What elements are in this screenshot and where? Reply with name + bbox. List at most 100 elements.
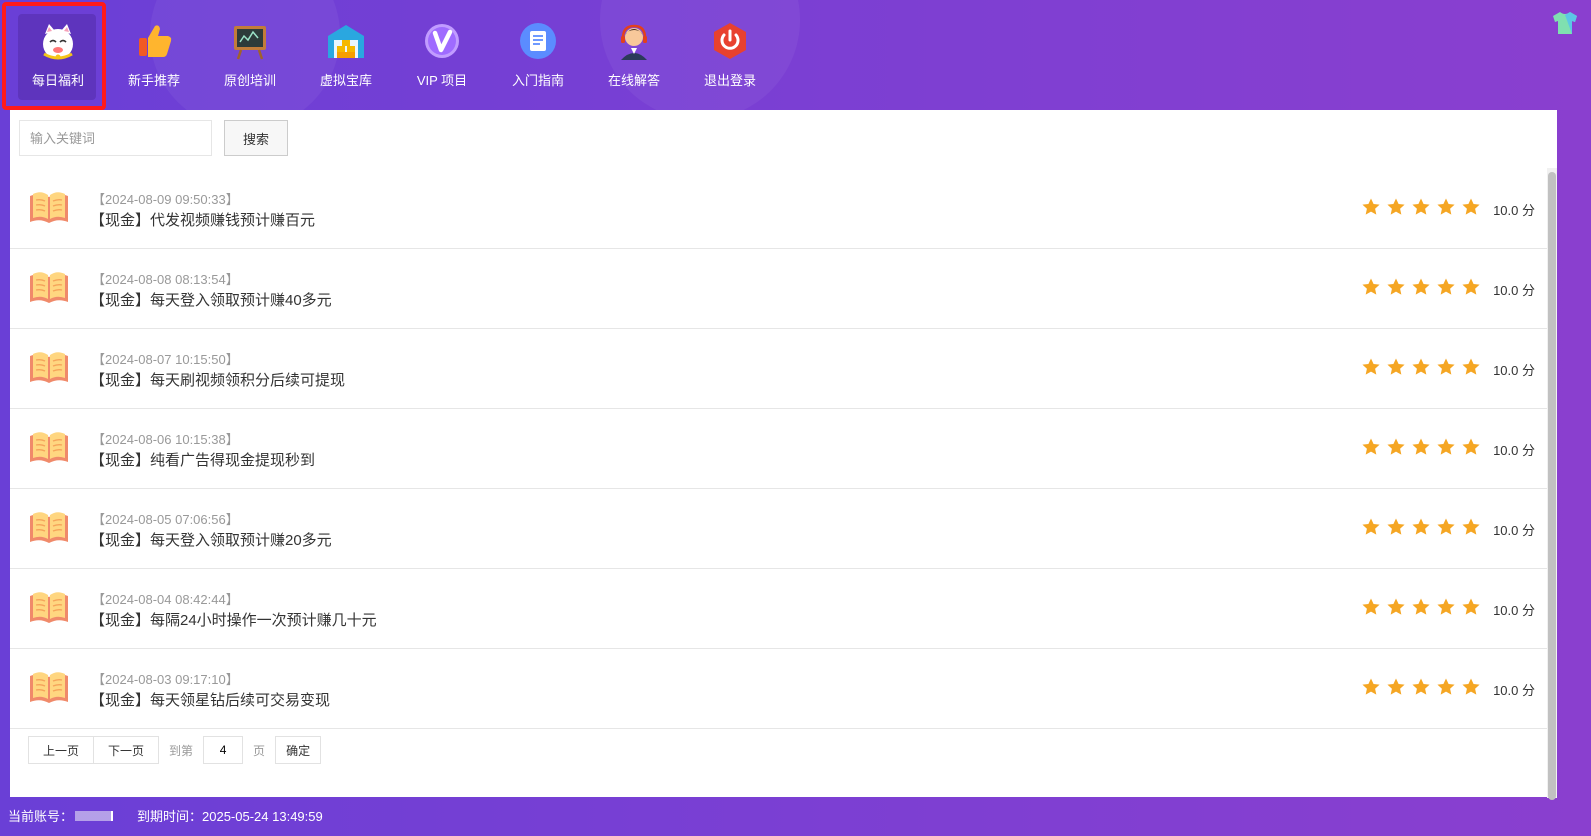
article-title-link[interactable]: 【现金】每天刷视频领积分后续可提现 <box>90 369 345 390</box>
rating-stars <box>1361 597 1481 617</box>
page-unit-label: 页 <box>253 743 266 758</box>
main-nav: 每日福利 新手推荐 原创培训 虚拟宝库 VIP 项目 入门指南 在线解答 退出登… <box>10 8 778 100</box>
rating-score: 10.0 分 <box>1493 523 1535 538</box>
star-icon <box>1362 678 1380 695</box>
article-row[interactable]: 【2024-08-04 08:42:44】【现金】每隔24小时操作一次预计赚几十… <box>10 569 1557 649</box>
star-icon <box>1462 598 1480 615</box>
star-icon <box>1437 598 1455 615</box>
page-number-input[interactable] <box>203 736 244 764</box>
nav-item-getting-started[interactable]: 入门指南 <box>490 8 586 98</box>
nav-label: 虚拟宝库 <box>319 73 372 88</box>
article-row[interactable]: 【2024-08-05 07:06:56】 【现金】每天登入领取预计赚20多元 10… <box>10 489 1557 569</box>
rating-stars <box>1361 277 1481 297</box>
expiry-time: 到期时间：2025-05-24 13:49:59 <box>137 809 323 824</box>
nav-label: 新手推荐 <box>127 73 180 88</box>
star-icon <box>1387 278 1405 295</box>
search-button[interactable]: 搜索 <box>224 120 288 156</box>
power-icon <box>714 23 746 59</box>
rating-score: 10.0 分 <box>1493 683 1535 698</box>
star-icon <box>1462 438 1480 455</box>
nav-label: 在线解答 <box>607 73 660 88</box>
guide-document-icon <box>520 23 556 59</box>
star-icon <box>1412 358 1430 375</box>
article-date: 【2024-08-03 09:17:10】 <box>92 672 239 687</box>
top-navigation-bar: 每日福利 新手推荐 原创培训 虚拟宝库 VIP 项目 入门指南 在线解答 退出登… <box>0 0 1591 110</box>
star-icon <box>1387 438 1405 455</box>
star-icon <box>1437 198 1455 215</box>
nav-item-beginner-recommend[interactable]: 新手推荐 <box>106 8 202 98</box>
star-icon <box>1387 198 1405 215</box>
nav-item-original-training[interactable]: 原创培训 <box>202 8 298 98</box>
rating-stars <box>1361 357 1481 377</box>
article-row[interactable]: 【2024-08-09 09:50:33】 【现金】代发视频赚钱预计赚百元 10.0… <box>10 169 1557 249</box>
rating-score: 10.0 分 <box>1493 283 1535 298</box>
rating-stars <box>1361 197 1481 217</box>
nav-label: VIP 项目 <box>416 73 468 88</box>
article-date: 【2024-08-04 08:42:44】 <box>92 592 239 607</box>
star-icon <box>1387 678 1405 695</box>
star-icon <box>1462 198 1480 215</box>
rating-score: 10.0 分 <box>1493 363 1535 378</box>
nav-label: 原创培训 <box>223 73 276 88</box>
book-icon <box>30 432 68 463</box>
pagination: 上一页 下一页 到第 页 确定 <box>28 736 322 764</box>
nav-item-online-answers[interactable]: 在线解答 <box>586 8 682 98</box>
thumbs-up-icon <box>139 25 172 57</box>
chalkboard-icon <box>234 26 266 60</box>
star-icon <box>1412 518 1430 535</box>
book-icon <box>30 592 68 623</box>
star-icon <box>1462 278 1480 295</box>
star-icon <box>1412 438 1430 455</box>
star-icon <box>1412 198 1430 215</box>
article-title-link[interactable]: 【现金】纯看广告得现金提现秒到 <box>90 449 315 470</box>
warehouse-icon <box>328 25 364 58</box>
scrollbar-thumb[interactable] <box>1548 172 1556 800</box>
star-icon <box>1412 598 1430 615</box>
star-icon <box>1412 278 1430 295</box>
rating-score: 10.0 分 <box>1493 443 1535 458</box>
article-title-link[interactable]: 【现金】每天领星钻后续可交易变现 <box>90 689 330 710</box>
book-icon <box>30 192 68 223</box>
nav-label: 退出登录 <box>703 73 756 88</box>
book-icon <box>30 672 68 703</box>
nav-item-daily-welfare[interactable]: 每日福利 <box>10 8 106 100</box>
nav-item-vip-project[interactable]: VIP 项目 <box>394 8 490 98</box>
support-agent-icon <box>621 24 647 60</box>
star-icon <box>1437 278 1455 295</box>
next-page-button[interactable]: 下一页 <box>94 736 160 764</box>
star-icon <box>1362 278 1380 295</box>
star-icon <box>1437 518 1455 535</box>
article-date: 【2024-08-07 10:15:50】 <box>92 352 239 367</box>
article-row[interactable]: 【2024-08-08 08:13:54】 【现金】每天登入领取预计赚40多元 10… <box>10 249 1557 329</box>
nav-label: 每日福利 <box>31 73 84 88</box>
article-date: 【2024-08-06 10:15:38】 <box>92 432 239 447</box>
article-title-link[interactable]: 【现金】每天登入领取预计赚20多元 <box>90 529 332 550</box>
content-panel: 搜索 【2024-08-09 09:50:33】【现金】代发视频赚钱预计赚百元 1… <box>10 110 1557 800</box>
article-list: 【2024-08-09 09:50:33】【现金】代发视频赚钱预计赚百元 10.0… <box>10 169 1557 729</box>
article-title-link[interactable]: 【现金】每天登入领取预计赚40多元 <box>90 289 332 310</box>
confirm-page-button[interactable]: 确定 <box>275 736 322 764</box>
book-icon <box>30 272 68 303</box>
nav-item-logout[interactable]: 退出登录 <box>682 8 778 98</box>
article-row[interactable]: 【2024-08-07 10:15:50】【现金】每天刷视频领积分后续可提现 10… <box>10 329 1557 409</box>
search-input[interactable] <box>19 120 212 156</box>
star-icon <box>1387 518 1405 535</box>
star-icon <box>1462 358 1480 375</box>
prev-page-button[interactable]: 上一页 <box>28 736 95 764</box>
nav-item-virtual-vault[interactable]: 虚拟宝库 <box>298 8 394 98</box>
tshirt-icon[interactable] <box>1551 10 1579 36</box>
article-row[interactable]: 【2024-08-03 09:17:10】【现金】每天领星钻后续可交易变现 10.… <box>10 649 1557 729</box>
article-title-link[interactable]: 【现金】代发视频赚钱预计赚百元 <box>90 209 315 230</box>
star-icon <box>1412 678 1430 695</box>
star-icon <box>1362 198 1380 215</box>
star-icon <box>1462 518 1480 535</box>
article-date: 【2024-08-09 09:50:33】 <box>92 192 239 207</box>
rating-score: 10.0 分 <box>1493 603 1535 618</box>
rating-stars <box>1361 437 1481 457</box>
star-icon <box>1362 358 1380 375</box>
star-icon <box>1437 438 1455 455</box>
star-icon <box>1462 678 1480 695</box>
article-row[interactable]: 【2024-08-06 10:15:38】【现金】纯看广告得现金提现秒到 10.0… <box>10 409 1557 489</box>
star-icon <box>1387 358 1405 375</box>
article-title-link[interactable]: 【现金】每隔24小时操作一次预计赚几十元 <box>90 609 377 630</box>
